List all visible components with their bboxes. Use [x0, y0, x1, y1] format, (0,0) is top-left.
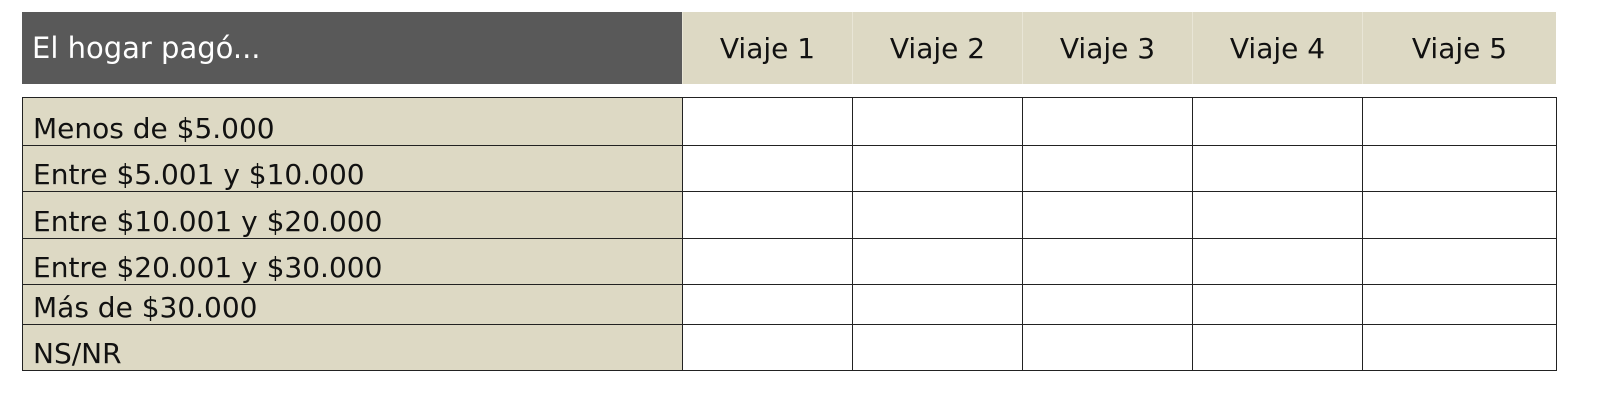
- answer-cell-trip-5[interactable]: [1362, 284, 1557, 325]
- answer-cell-trip-1[interactable]: [682, 145, 853, 192]
- header-trip-2: Viaje 2: [852, 12, 1022, 84]
- answer-cell-trip-1[interactable]: [682, 284, 853, 325]
- table-row: Menos de $5.000: [22, 97, 1557, 146]
- answer-cell-trip-3[interactable]: [1022, 97, 1193, 146]
- table-row: Entre $5.001 y $10.000: [22, 145, 1557, 192]
- answer-cell-trip-3[interactable]: [1022, 145, 1193, 192]
- answer-cell-trip-1[interactable]: [682, 324, 853, 371]
- answer-cell-trip-1[interactable]: [682, 97, 853, 146]
- row-label: Más de $30.000: [22, 284, 683, 325]
- row-label: Entre $5.001 y $10.000: [22, 145, 683, 192]
- answer-cell-trip-3[interactable]: [1022, 284, 1193, 325]
- answer-cell-trip-3[interactable]: [1022, 191, 1193, 239]
- answer-cell-trip-3[interactable]: [1022, 238, 1193, 285]
- answer-cell-trip-5[interactable]: [1362, 145, 1557, 192]
- table-row: Entre $20.001 y $30.000: [22, 238, 1557, 285]
- table-row: Más de $30.000: [22, 284, 1557, 325]
- answer-cell-trip-2[interactable]: [852, 324, 1023, 371]
- header-trip-4: Viaje 4: [1192, 12, 1362, 84]
- answer-cell-trip-5[interactable]: [1362, 238, 1557, 285]
- row-label: Menos de $5.000: [22, 97, 683, 146]
- row-label: NS/NR: [22, 324, 683, 371]
- answer-cell-trip-5[interactable]: [1362, 97, 1557, 146]
- answer-cell-trip-4[interactable]: [1192, 324, 1363, 371]
- answer-cell-trip-5[interactable]: [1362, 191, 1557, 239]
- table-row: NS/NR: [22, 324, 1557, 371]
- answer-cell-trip-2[interactable]: [852, 238, 1023, 285]
- header-label: El hogar pagó...: [22, 12, 682, 84]
- header-trip-5: Viaje 5: [1362, 12, 1556, 84]
- header-trip-3: Viaje 3: [1022, 12, 1192, 84]
- answer-cell-trip-1[interactable]: [682, 238, 853, 285]
- row-label: Entre $10.001 y $20.000: [22, 191, 683, 239]
- table-header: El hogar pagó... Viaje 1 Viaje 2 Viaje 3…: [22, 12, 1556, 84]
- answer-cell-trip-2[interactable]: [852, 145, 1023, 192]
- answer-cell-trip-2[interactable]: [852, 191, 1023, 239]
- answer-cell-trip-4[interactable]: [1192, 145, 1363, 192]
- answer-cell-trip-4[interactable]: [1192, 238, 1363, 285]
- answer-cell-trip-5[interactable]: [1362, 324, 1557, 371]
- header-trip-1: Viaje 1: [682, 12, 852, 84]
- answer-cell-trip-2[interactable]: [852, 284, 1023, 325]
- answer-cell-trip-1[interactable]: [682, 191, 853, 239]
- answer-cell-trip-4[interactable]: [1192, 97, 1363, 146]
- answer-cell-trip-2[interactable]: [852, 97, 1023, 146]
- answer-cell-trip-4[interactable]: [1192, 284, 1363, 325]
- row-label: Entre $20.001 y $30.000: [22, 238, 683, 285]
- payment-grid: Menos de $5.000 Entre $5.001 y $10.000 E…: [22, 97, 1557, 371]
- table-row: Entre $10.001 y $20.000: [22, 191, 1557, 239]
- answer-cell-trip-4[interactable]: [1192, 191, 1363, 239]
- answer-cell-trip-3[interactable]: [1022, 324, 1193, 371]
